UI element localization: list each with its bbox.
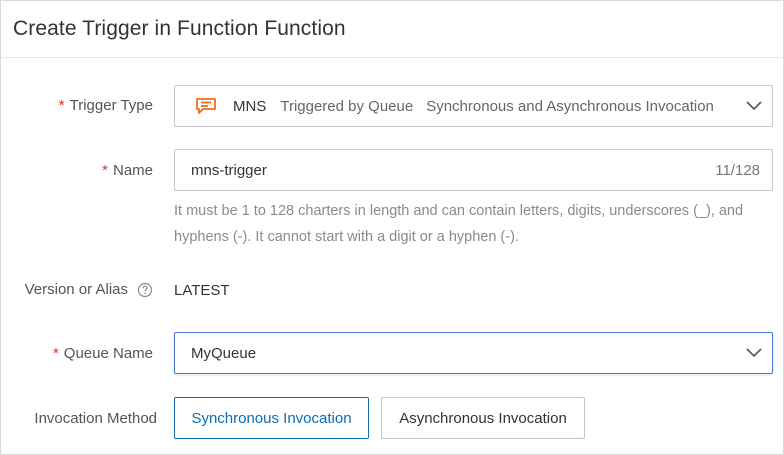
dialog-header: Create Trigger in Function Function: [1, 1, 783, 58]
queue-name-label-text: Queue Name: [63, 345, 153, 362]
name-input[interactable]: [175, 150, 716, 190]
name-field: 11/128: [174, 149, 773, 191]
trigger-type-mode: Synchronous and Asynchronous Invocation: [426, 97, 714, 115]
synchronous-invocation-button[interactable]: Synchronous Invocation: [174, 397, 369, 439]
name-char-counter: 11/128: [715, 161, 760, 179]
required-mark: *: [52, 345, 59, 362]
invocation-method-label-text: Invocation Method: [34, 410, 157, 427]
chevron-down-icon[interactable]: [736, 333, 772, 373]
version-label: Version or Alias: [25, 281, 153, 298]
create-trigger-dialog: Create Trigger in Function Function * Tr…: [0, 0, 784, 455]
queue-name-select[interactable]: MyQueue: [174, 332, 773, 374]
trigger-type-name: MNS: [233, 97, 267, 115]
required-mark: *: [58, 97, 65, 114]
question-circle-icon[interactable]: [137, 282, 153, 298]
trigger-type-description: Triggered by Queue: [280, 97, 414, 115]
trigger-type-label: * Trigger Type: [59, 97, 153, 114]
mns-icon: [195, 97, 217, 115]
queue-name-label: * Queue Name: [53, 345, 153, 362]
version-value: LATEST: [174, 282, 230, 299]
trigger-type-select[interactable]: MNS Triggered by Queue Synchronous and A…: [174, 85, 773, 127]
name-label-text: Name: [112, 162, 153, 179]
name-label: * Name: [102, 162, 153, 179]
trigger-type-label-text: Trigger Type: [69, 97, 153, 114]
queue-name-value: MyQueue: [191, 344, 257, 362]
name-help-text: It must be 1 to 128 charters in length a…: [174, 203, 744, 245]
required-mark: *: [102, 162, 108, 179]
dialog-title: Create Trigger in Function Function: [13, 17, 346, 40]
chevron-down-icon[interactable]: [736, 86, 772, 126]
version-label-text: Version or Alias: [24, 281, 128, 298]
asynchronous-invocation-button[interactable]: Asynchronous Invocation: [381, 397, 585, 439]
invocation-method-label: Invocation Method: [34, 410, 157, 427]
